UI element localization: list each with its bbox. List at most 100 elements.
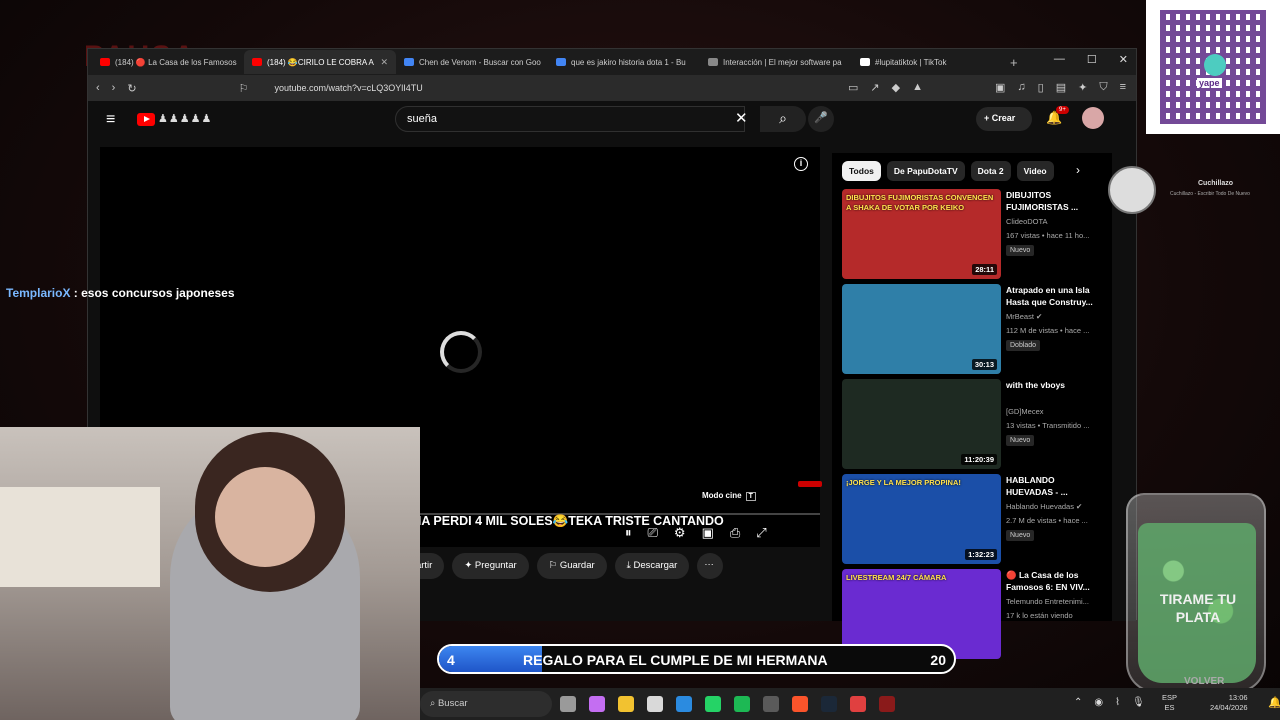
recommendation-stats: 17 k lo están viendo [1006, 611, 1073, 620]
tab-5[interactable]: #lupitatiktok | TikTok [852, 50, 1004, 74]
install-icon[interactable]: ▭ [848, 81, 858, 94]
chip-video[interactable]: Video [1016, 161, 1054, 181]
hamburger-menu-icon[interactable]: ≡ [106, 111, 115, 129]
tab-label: que es jakiro historia dota 1 - Bu [571, 57, 686, 67]
taskbar-app-icon[interactable] [763, 696, 779, 712]
recommendation-badge: Nuevo [1006, 435, 1035, 446]
recommendation-item[interactable]: 11:20:39 with the vboys [GD]Mecex 13 vistas… [842, 379, 1104, 469]
recommendation-title[interactable]: Atrapado en una Isla Hasta que Construy.… [1006, 284, 1102, 308]
create-button[interactable]: + Crear [976, 107, 1032, 131]
recommendation-title[interactable]: 🔴 La Casa de los Famosos 6: EN VIV... [1006, 569, 1102, 593]
microphone-icon[interactable]: 🎤 [808, 106, 834, 132]
taskbar-app-icon[interactable] [589, 696, 605, 712]
fullscreen-icon[interactable]: ⤢ [756, 525, 766, 541]
search-button[interactable]: ⌕ [760, 106, 806, 132]
browser-toolbar-icons: ▭ ↗ ◆ ▲ ▣ ♫ ▯ ▤ ✦ ⛉ ≡ [848, 81, 1126, 94]
taskbar-app-icon[interactable] [676, 696, 692, 712]
recommendation-title[interactable]: with the vboys [1006, 379, 1102, 391]
info-icon[interactable]: i [794, 157, 808, 171]
url-input[interactable]: youtube.com/watch?v=cLQ3OYlI4TU [274, 83, 422, 93]
recommendation-channel[interactable]: Telemundo Entretenimi... [1006, 597, 1106, 606]
video-thumbnail[interactable]: 30:13 [842, 284, 1001, 374]
taskbar-app-icon[interactable] [618, 696, 634, 712]
youtube-logo-icon[interactable] [137, 113, 155, 126]
vpn-icon[interactable]: ⛉ [1099, 81, 1107, 94]
video-thumbnail[interactable]: 11:20:39 [842, 379, 1001, 469]
extensions-icon[interactable]: ✦ [1078, 81, 1087, 94]
account-avatar[interactable] [1082, 107, 1104, 129]
download-button[interactable]: ⤓ Descargar [614, 553, 690, 579]
tip-jar-text: TIRAME TU PLATA [1159, 591, 1237, 625]
tab-3[interactable]: que es jakiro historia dota 1 - Bu [548, 50, 700, 74]
chip-dota-2[interactable]: Dota 2 [970, 161, 1011, 181]
wallet-icon[interactable]: ▤ [1056, 81, 1066, 94]
taskbar-app-icon[interactable] [821, 696, 837, 712]
taskbar-search[interactable]: ⌕ Buscar [420, 691, 552, 717]
chip-de-papudotatv[interactable]: De PapuDotaTV [886, 161, 965, 181]
tray-chevron-icon[interactable]: ⌃ [1074, 697, 1082, 708]
recommendation-channel[interactable]: Hablando Huevadas ✔ [1006, 502, 1106, 511]
more-actions-button[interactable]: ··· [697, 553, 724, 579]
cuchillazo-name: Cuchillazo [1198, 180, 1234, 187]
cuchillazo-logo-icon [1108, 166, 1156, 214]
tab-1[interactable]: (184) 😂CIRILO LE COBRA A ✕ [244, 50, 396, 74]
minimize-icon[interactable]: — [1054, 53, 1065, 66]
recommendation-item[interactable]: ¡JORGE Y LA MEJOR PROPINA! 1:32:23 HABLAND… [842, 474, 1104, 564]
tab-label: (184) 🔴 La Casa de los Famosos [115, 57, 237, 67]
rewards-icon[interactable]: ▲ [912, 81, 923, 94]
tab-4[interactable]: Interacción | El mejor software pa [700, 50, 852, 74]
cast-icon[interactable]: ⎙ [730, 525, 740, 541]
taskbar-app-icon[interactable] [647, 696, 663, 712]
tab-2[interactable]: Chen de Venom - Buscar con Goo [396, 50, 548, 74]
search-input[interactable]: sueña [395, 106, 745, 132]
tray-network-icon[interactable]: ⌇ [1115, 697, 1120, 708]
language-indicator[interactable]: ESP ES [1162, 693, 1177, 713]
system-clock[interactable]: 13:06 24/04/2026 [1210, 693, 1248, 713]
window-controls: — ☐ ✕ [1054, 53, 1128, 66]
taskbar-app-icon[interactable] [734, 696, 750, 712]
bookmark-icon[interactable]: ⚐ [239, 82, 249, 95]
reload-icon[interactable]: ↻ [127, 82, 136, 95]
notification-center-icon[interactable]: 🔔 [1268, 696, 1280, 709]
browser-menu-icon[interactable]: ≡ [1120, 81, 1126, 94]
music-icon[interactable]: ♫ [1017, 81, 1025, 94]
taskbar-app-icon[interactable] [560, 696, 576, 712]
share-icon[interactable]: ↗ [870, 81, 879, 94]
back-icon[interactable]: ‹ [96, 82, 100, 94]
close-window-icon[interactable]: ✕ [1119, 53, 1128, 66]
shortcut-key: T [745, 492, 756, 501]
sidebar-icon[interactable]: ▯ [1038, 81, 1044, 94]
recommendation-item[interactable]: 30:13 Atrapado en una Isla Hasta que Cons… [842, 284, 1104, 374]
webcam-person-face [215, 467, 315, 567]
chip-todos[interactable]: Todos [842, 161, 881, 181]
taskbar-app-icon[interactable] [792, 696, 808, 712]
close-tab-icon[interactable]: ✕ [380, 57, 388, 68]
chat-username: TemplarioX [6, 286, 71, 300]
recommendation-channel[interactable]: [GD]Mecex [1006, 407, 1106, 416]
taskbar-app-icon[interactable] [850, 696, 866, 712]
tab-0[interactable]: (184) 🔴 La Casa de los Famosos [92, 50, 244, 74]
new-tab-button[interactable]: + [1010, 55, 1018, 70]
recommendation-item[interactable]: DIBUJITOS FUJIMORISTAS CONVENCEN A SHAKA… [842, 189, 1104, 279]
recommendation-title[interactable]: DIBUJITOS FUJIMORISTAS ... [1006, 189, 1102, 213]
tray-mic-icon[interactable]: 🎙 [1132, 697, 1145, 708]
clear-search-icon[interactable]: ✕ [735, 109, 748, 127]
ask-button[interactable]: ✦ Preguntar [452, 553, 529, 579]
video-thumbnail[interactable]: DIBUJITOS FUJIMORISTAS CONVENCEN A SHAKA… [842, 189, 1001, 279]
modo-cine-label: Modo cine [702, 491, 742, 500]
reader-icon[interactable]: ▣ [995, 81, 1005, 94]
video-thumbnail[interactable]: ¡JORGE Y LA MEJOR PROPINA! 1:32:23 [842, 474, 1001, 564]
recommendation-channel[interactable]: ClideoDOTA [1006, 217, 1106, 226]
recommendation-channel[interactable]: MrBeast ✔ [1006, 312, 1106, 321]
tray-app-icon[interactable]: ◉ [1094, 697, 1103, 708]
clock-time: 13:06 [1228, 693, 1248, 702]
brave-shield-icon[interactable]: ◆ [892, 81, 900, 94]
chevron-right-icon[interactable]: › [1076, 163, 1080, 177]
youtube-favicon-icon [100, 58, 110, 66]
recommendation-title[interactable]: HABLANDO HUEVADAS - ... [1006, 474, 1102, 498]
maximize-icon[interactable]: ☐ [1087, 53, 1097, 66]
taskbar-app-icon[interactable] [879, 696, 895, 712]
forward-icon[interactable]: › [112, 82, 116, 94]
taskbar-app-icon[interactable] [705, 696, 721, 712]
save-button[interactable]: ⚐ Guardar [536, 553, 607, 579]
